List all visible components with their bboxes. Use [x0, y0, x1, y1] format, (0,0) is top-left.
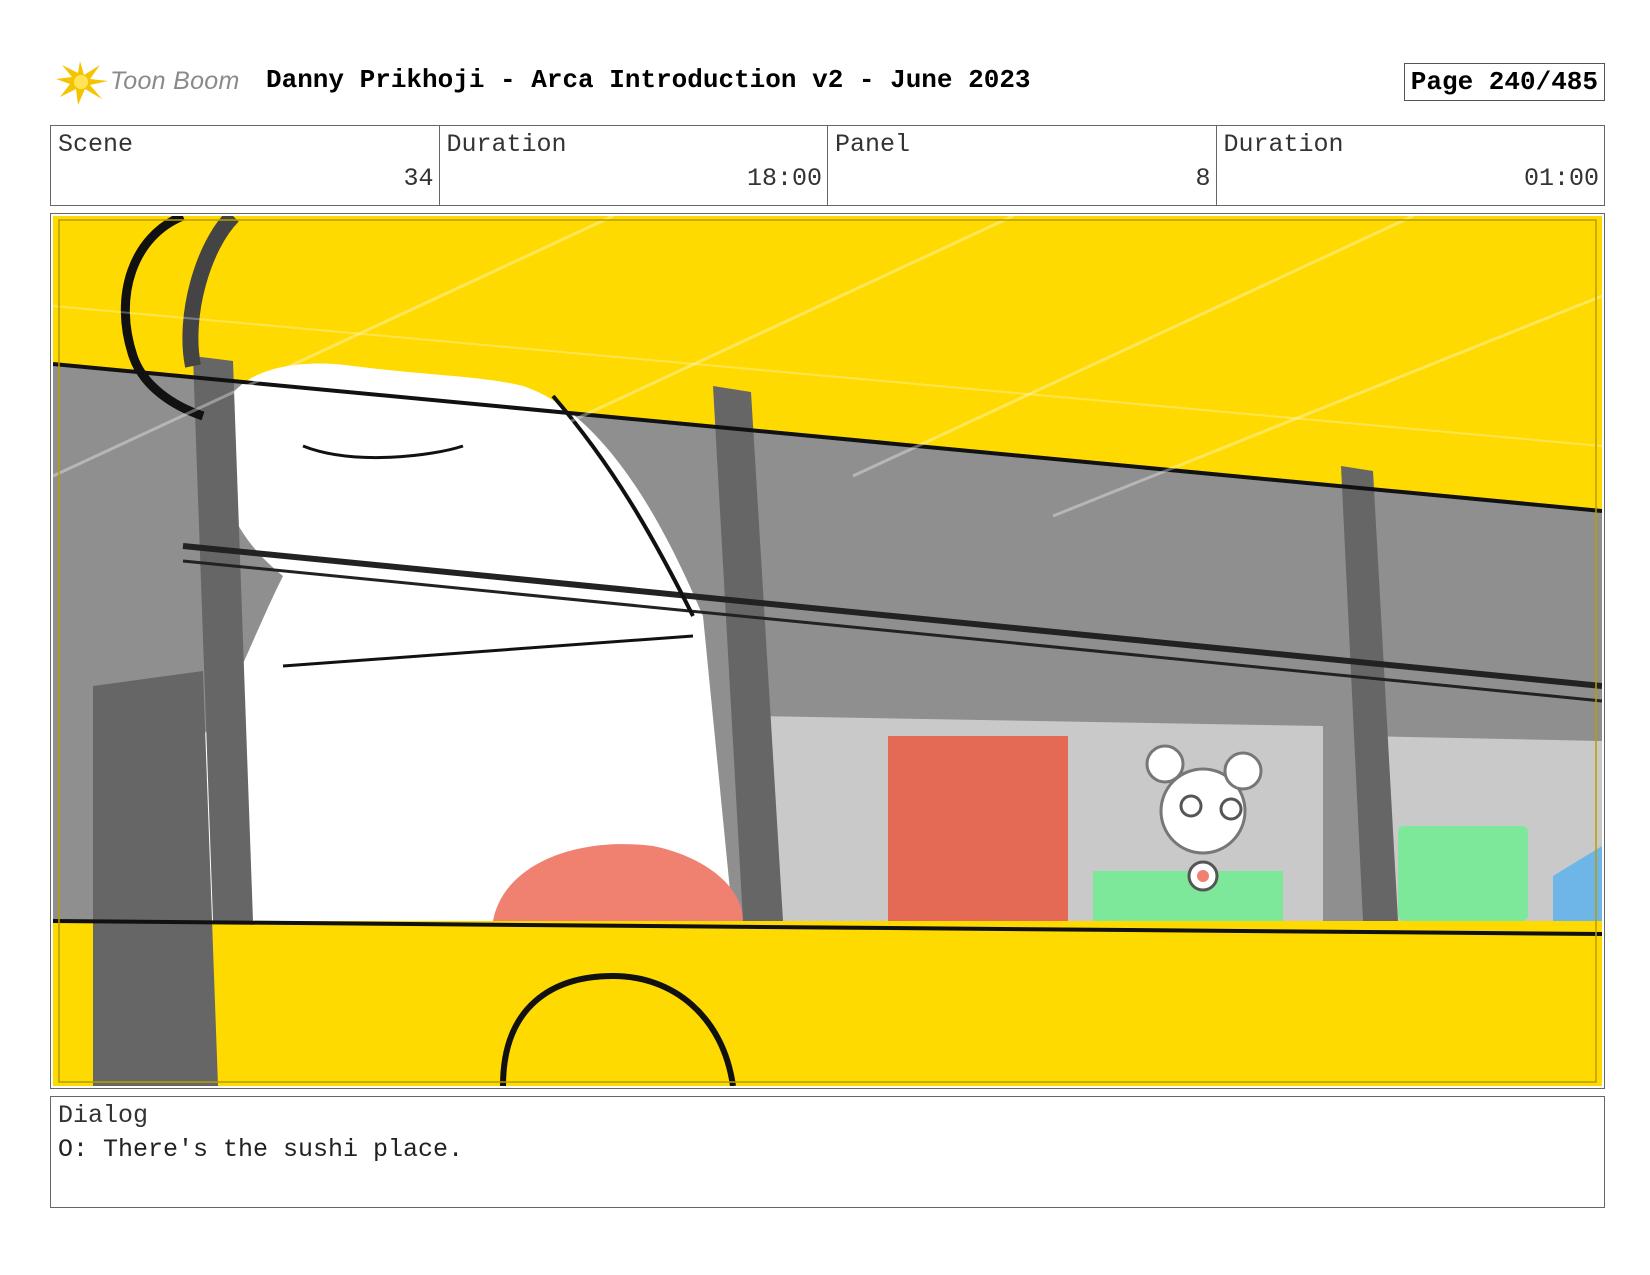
building-red	[888, 736, 1068, 921]
panel-duration-cell: Duration 01:00	[1217, 126, 1605, 205]
panel-duration-value: 01:00	[1523, 164, 1599, 193]
page-header: Toon Boom Danny Prikhoji - Arca Introduc…	[50, 55, 1605, 107]
scene-value: 34	[403, 164, 434, 193]
dialog-box: Dialog O: There's the sushi place.	[50, 1096, 1605, 1208]
document-title: Danny Prikhoji - Arca Introduction v2 - …	[266, 65, 1031, 95]
dialog-text: O: There's the sushi place.	[58, 1135, 464, 1164]
panel-label: Panel	[835, 130, 911, 159]
scene-info-row: Scene 34 Duration 18:00 Panel 8 Duration…	[50, 125, 1605, 206]
storyboard-panel	[50, 213, 1605, 1089]
starburst-icon	[56, 61, 108, 105]
panel-sketch	[53, 216, 1602, 1086]
dialog-label: Dialog	[58, 1101, 149, 1130]
scene-cell: Scene 34	[51, 126, 440, 205]
page-indicator: Page 240/485	[1403, 63, 1605, 101]
panel-cell: Panel 8	[828, 126, 1217, 205]
panel-duration-label: Duration	[1223, 130, 1344, 159]
panel-value: 8	[1195, 164, 1211, 193]
scene-duration-label: Duration	[446, 130, 567, 159]
scene-label: Scene	[58, 130, 134, 159]
sign-green-right	[1398, 826, 1528, 921]
logo-text: Toon Boom	[110, 67, 240, 95]
toon-boom-logo: Toon Boom	[54, 59, 254, 105]
scene-duration-cell: Duration 18:00	[440, 126, 828, 205]
bus-door	[93, 671, 218, 1086]
scene-duration-value: 18:00	[746, 164, 822, 193]
